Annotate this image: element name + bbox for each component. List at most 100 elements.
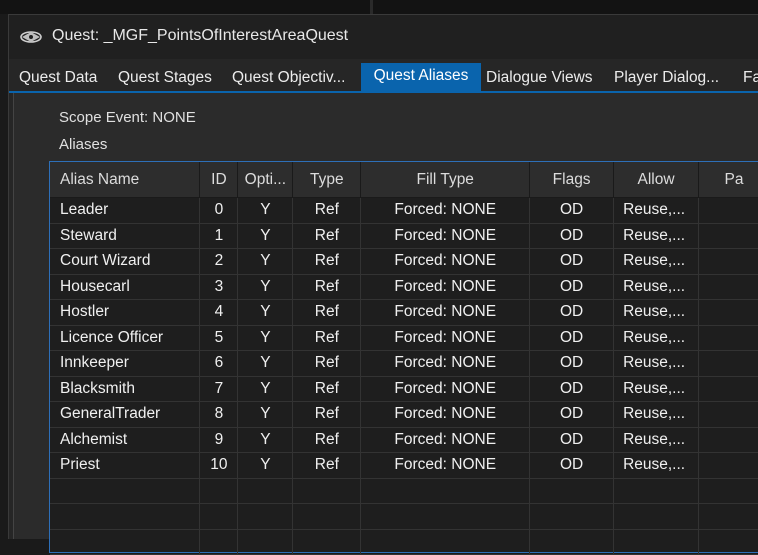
- col-header-allow[interactable]: Allow: [613, 162, 700, 198]
- empty-cell: [529, 529, 615, 555]
- empty-cell: [199, 503, 239, 530]
- table-cell: Forced: NONE: [360, 299, 531, 326]
- empty-cell: [292, 478, 362, 504]
- table-row[interactable]: Court Wizard 2 Y Ref Forced: NONE OD Reuse,...: [50, 248, 758, 275]
- table-cell: Forced: NONE: [360, 274, 531, 300]
- table-cell: Forced: NONE: [360, 223, 531, 249]
- aliases-grid[interactable]: Alias Name ID Opti... Type Fill Type Fla…: [49, 161, 758, 555]
- table-cell: OD: [529, 452, 615, 479]
- table-cell: [698, 350, 758, 377]
- tab-dialogue-views[interactable]: Dialogue Views: [486, 66, 608, 90]
- table-cell: OD: [529, 325, 615, 351]
- tab-overflow[interactable]: Fa: [743, 66, 758, 90]
- aliases-table: Alias Name ID Opti... Type Fill Type Fla…: [50, 162, 758, 555]
- table-header-row: Alias Name ID Opti... Type Fill Type Fla…: [50, 162, 758, 198]
- table-cell: Reuse,...: [613, 274, 700, 300]
- table-cell: Y: [237, 376, 294, 402]
- table-cell: OD: [529, 427, 615, 453]
- table-cell: Y: [237, 274, 294, 300]
- table-row[interactable]: Innkeeper 6 Y Ref Forced: NONE OD Reuse,...: [50, 350, 758, 377]
- empty-cell: [292, 503, 362, 530]
- table-row[interactable]: Alchemist 9 Y Ref Forced: NONE OD Reuse,...: [50, 427, 758, 453]
- table-cell: [698, 401, 758, 428]
- table-cell: 9: [199, 427, 239, 453]
- table-row[interactable]: Licence Officer 5 Y Ref Forced: NONE OD Reuse,…: [50, 325, 758, 351]
- creation-kit-logo-icon: [20, 31, 42, 43]
- table-cell: Forced: NONE: [360, 376, 531, 402]
- table-cell: Alchemist: [50, 427, 201, 453]
- empty-cell: [529, 478, 615, 504]
- table-cell: Forced: NONE: [360, 197, 531, 224]
- table-row[interactable]: Priest 10 Y Ref Forced: NONE OD Reuse,...: [50, 452, 758, 479]
- empty-cell: [613, 529, 700, 555]
- empty-cell: [360, 478, 531, 504]
- empty-cell: [360, 529, 531, 555]
- table-row[interactable]: GeneralTrader 8 Y Ref Forced: NONE OD Reuse,..…: [50, 401, 758, 428]
- table-cell: Steward: [50, 223, 201, 249]
- table-cell: Reuse,...: [613, 427, 700, 453]
- table-cell: 10: [199, 452, 239, 479]
- table-row[interactable]: Steward 1 Y Ref Forced: NONE OD Reuse,...: [50, 223, 758, 249]
- table-cell: Reuse,...: [613, 452, 700, 479]
- table-cell: OD: [529, 350, 615, 377]
- table-row[interactable]: Leader 0 Y Ref Forced: NONE OD Reuse,...: [50, 197, 758, 224]
- table-cell: OD: [529, 197, 615, 224]
- table-cell: Ref: [292, 223, 362, 249]
- table-cell: Forced: NONE: [360, 350, 531, 377]
- table-row[interactable]: Hostler 4 Y Ref Forced: NONE OD Reuse,...: [50, 299, 758, 326]
- empty-cell: [50, 478, 201, 504]
- scope-event-label: Scope Event: NONE: [59, 109, 196, 126]
- col-header-pa[interactable]: Pa: [698, 162, 758, 198]
- table-cell: 1: [199, 223, 239, 249]
- title-bar[interactable]: Quest: _MGF_PointsOfInterestAreaQuest: [9, 15, 758, 59]
- tab-quest-objectives[interactable]: Quest Objectiv...: [232, 66, 362, 90]
- table-cell: Ref: [292, 299, 362, 326]
- empty-cell: [237, 529, 294, 555]
- aliases-panel: Scope Event: NONE Aliases Alias Name ID …: [13, 93, 758, 555]
- table-cell: Reuse,...: [613, 223, 700, 249]
- col-header-optional[interactable]: Opti...: [237, 162, 294, 198]
- table-cell: [698, 325, 758, 351]
- empty-cell: [613, 478, 700, 504]
- desktop-top-strip: [0, 0, 758, 14]
- table-cell: 7: [199, 376, 239, 402]
- table-cell: 3: [199, 274, 239, 300]
- tab-quest-data[interactable]: Quest Data: [19, 66, 111, 90]
- table-cell: Licence Officer: [50, 325, 201, 351]
- empty-cell: [698, 478, 758, 504]
- table-cell: Ref: [292, 401, 362, 428]
- aliases-label: Aliases: [59, 136, 108, 153]
- table-cell: Reuse,...: [613, 299, 700, 326]
- table-cell: 6: [199, 350, 239, 377]
- table-cell: 5: [199, 325, 239, 351]
- table-row[interactable]: Housecarl 3 Y Ref Forced: NONE OD Reuse,...: [50, 274, 758, 300]
- tab-player-dialogue[interactable]: Player Dialog...: [614, 66, 732, 90]
- table-cell: [698, 376, 758, 402]
- table-cell: Ref: [292, 274, 362, 300]
- quest-window: Quest: _MGF_PointsOfInterestAreaQuest Qu…: [8, 14, 758, 555]
- col-header-alias-name[interactable]: Alias Name: [50, 162, 201, 198]
- table-cell: [698, 248, 758, 275]
- table-cell: Forced: NONE: [360, 401, 531, 428]
- empty-cell: [360, 503, 531, 530]
- table-cell: [698, 197, 758, 224]
- col-header-flags[interactable]: Flags: [529, 162, 615, 198]
- table-cell: Forced: NONE: [360, 427, 531, 453]
- table-cell: Ref: [292, 427, 362, 453]
- empty-cell: [50, 503, 201, 530]
- table-cell: Forced: NONE: [360, 452, 531, 479]
- table-cell: 2: [199, 248, 239, 275]
- table-cell: Reuse,...: [613, 248, 700, 275]
- tab-quest-stages[interactable]: Quest Stages: [118, 66, 224, 90]
- col-header-id[interactable]: ID: [199, 162, 239, 198]
- tab-quest-aliases[interactable]: Quest Aliases: [361, 63, 481, 91]
- table-cell: OD: [529, 376, 615, 402]
- table-row[interactable]: Blacksmith 7 Y Ref Forced: NONE OD Reuse,...: [50, 376, 758, 402]
- col-header-type[interactable]: Type: [292, 162, 362, 198]
- table-cell: Ref: [292, 197, 362, 224]
- table-cell: Ref: [292, 248, 362, 275]
- table-cell: Reuse,...: [613, 197, 700, 224]
- col-header-fill-type[interactable]: Fill Type: [360, 162, 531, 198]
- empty-cell: [613, 503, 700, 530]
- empty-cell: [199, 529, 239, 555]
